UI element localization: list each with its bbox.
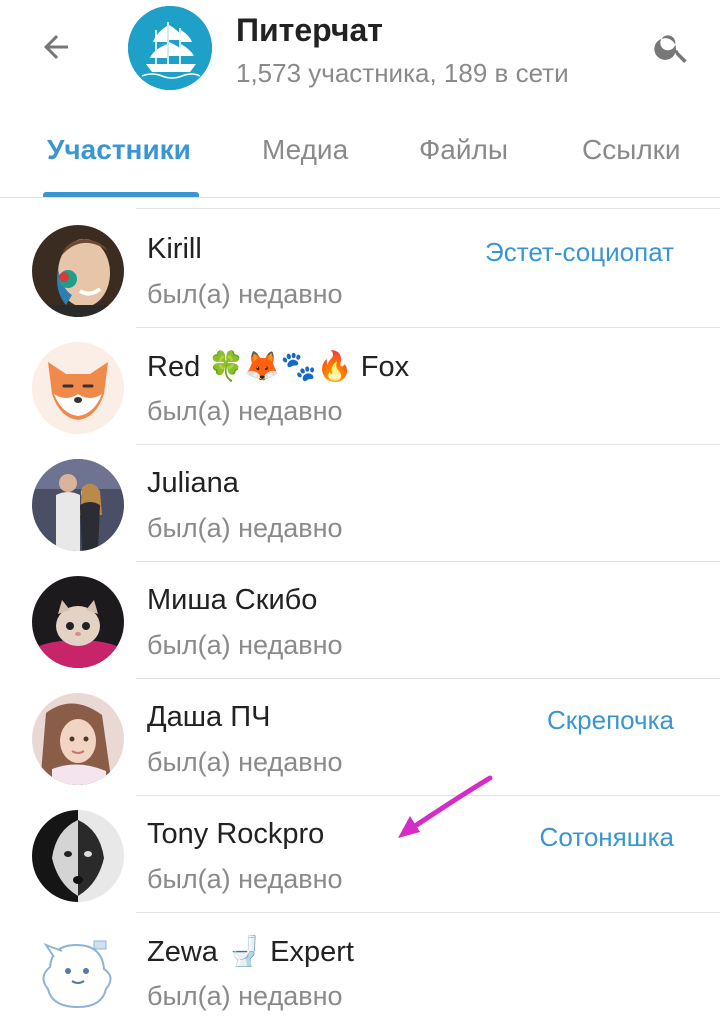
back-button[interactable] [30,24,82,70]
annotation-arrow [398,775,493,838]
member-name: Миша Скибо [147,584,318,616]
search-button[interactable] [646,24,698,70]
avatar [32,342,124,434]
list-top-divider [136,208,720,209]
member-name: Kirill [147,233,202,265]
member-status: был(а) недавно [147,513,343,543]
tab-media[interactable]: Медиа [262,134,348,166]
member-role: Скрепочка [547,705,674,735]
group-avatar[interactable] [128,6,212,90]
arrow-back-icon [44,35,68,59]
member-row-zewa[interactable]: Zewa 🚽 Expert был(а) недавно [0,913,720,1020]
member-status: был(а) недавно [147,864,343,894]
avatar [32,693,124,785]
avatar [32,810,124,902]
search-icon [654,35,687,63]
avatar [32,927,124,1019]
member-name: Tony Rockpro [147,818,325,850]
member-name: Juliana [147,467,239,499]
member-status: был(а) недавно [147,981,343,1011]
member-status: был(а) недавно [147,396,343,426]
tab-bar: Участники Медиа Файлы Ссылки [0,120,720,198]
member-row-dasha[interactable]: Даша ПЧ был(а) недавно Скрепочка [0,679,720,796]
sailing-ship-icon [128,6,212,90]
group-title: Питерчат [236,12,383,48]
member-role: Эстет-социопат [485,237,674,267]
member-status: был(а) недавно [147,279,343,309]
member-name: Zewa 🚽 Expert [147,936,354,968]
avatar [32,576,124,668]
member-role: Сотоняшка [539,822,674,852]
tab-links[interactable]: Ссылки [582,134,681,166]
member-row-tony[interactable]: Tony Rockpro был(а) недавно Сотоняшка [0,796,720,913]
member-row-red-fox[interactable]: Red 🍀🦊🐾🔥 Fox был(а) недавно [0,328,720,445]
member-name: Даша ПЧ [147,701,271,733]
tab-members[interactable]: Участники [47,134,191,166]
chat-header: Питерчат 1,573 участника, 189 в сети Уча… [0,0,720,200]
member-count: 1,573 участника, 189 в сети [236,58,569,88]
member-row-misha[interactable]: Миша Скибо был(а) недавно [0,562,720,679]
avatar [32,459,124,551]
member-status: был(а) недавно [147,630,343,660]
member-row-kirill[interactable]: Kirill был(а) недавно Эстет-социопат [0,211,720,328]
member-status: был(а) недавно [147,747,343,777]
avatar [32,225,124,317]
tabs-divider [0,197,720,198]
member-name: Red 🍀🦊🐾🔥 Fox [147,351,410,383]
member-row-juliana[interactable]: Juliana был(а) недавно [0,445,720,562]
tab-files[interactable]: Файлы [419,134,508,166]
